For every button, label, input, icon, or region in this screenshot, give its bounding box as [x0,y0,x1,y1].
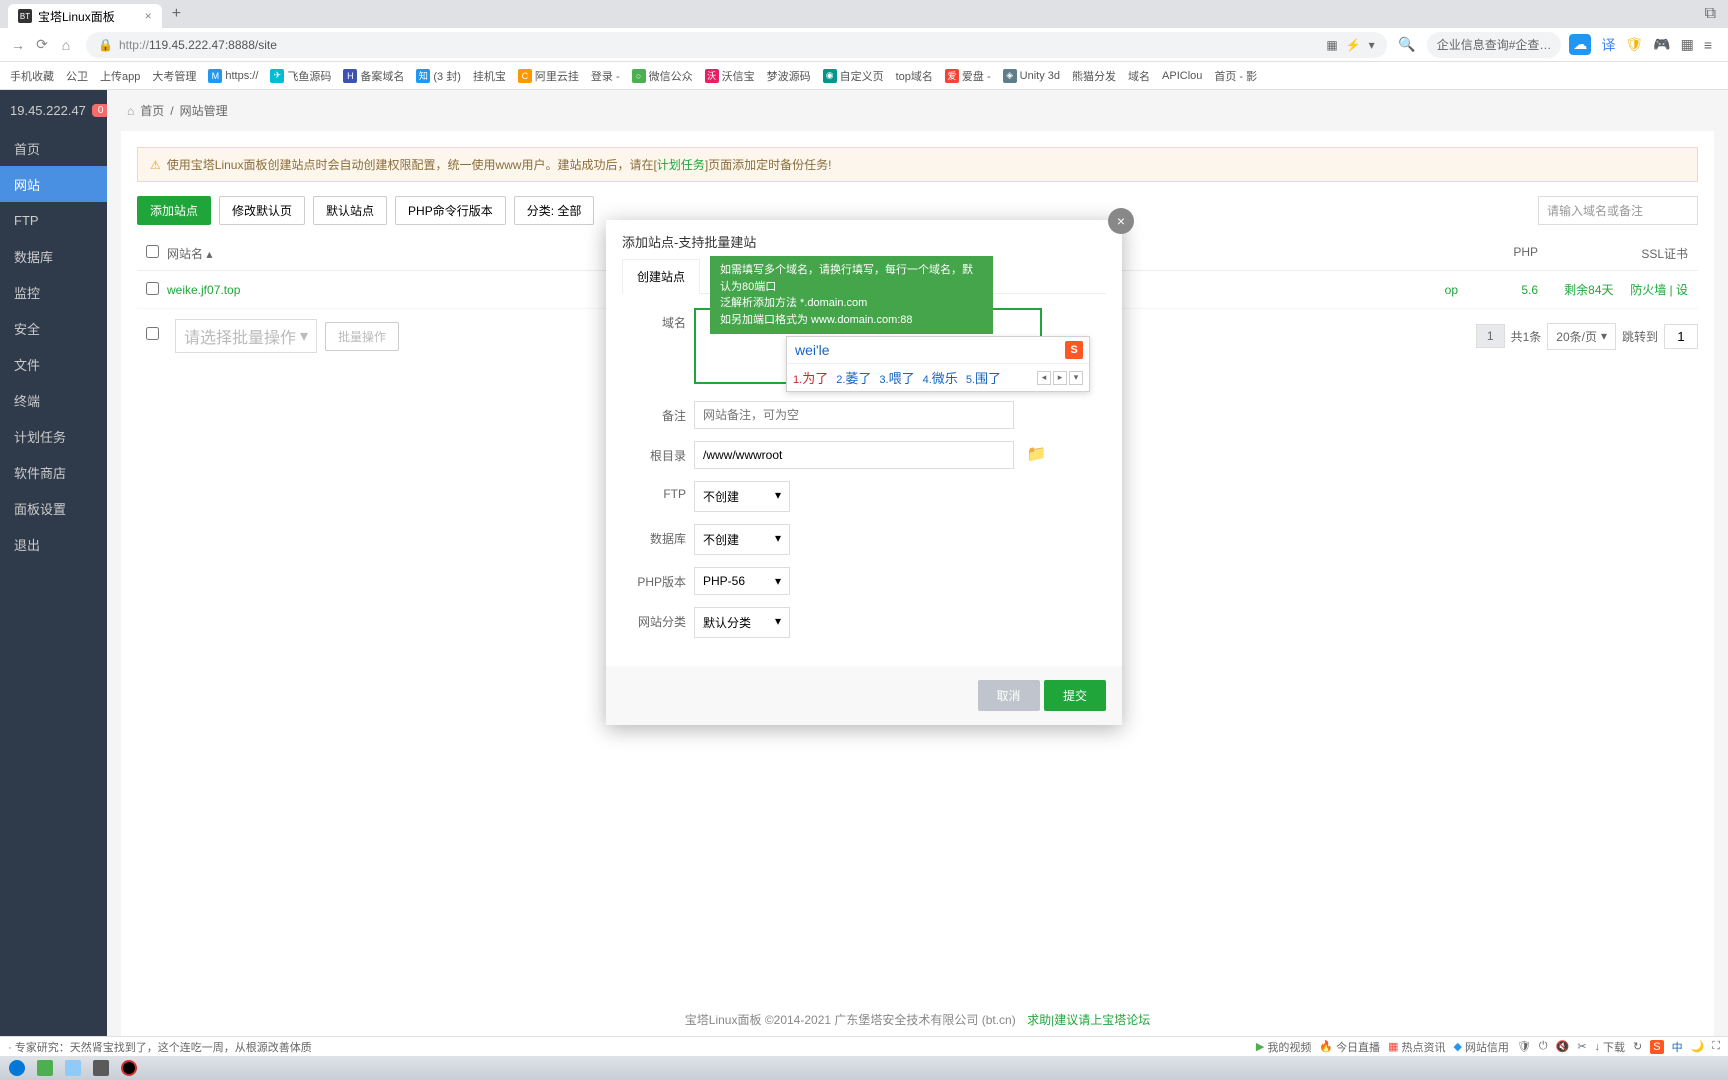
windows-taskbar [0,1056,1728,1080]
bookmark-item[interactable]: 沃沃信宝 [701,68,759,84]
bookmark-item[interactable]: ◉自定义页 [819,68,888,84]
ime-candidate[interactable]: 3.喂了 [879,368,914,387]
menu-icon[interactable]: ≡ [1704,37,1712,53]
bookmark-item[interactable]: Mhttps:// [204,69,262,83]
chevron-down-icon: ▾ [775,531,781,548]
ime-candidate[interactable]: 5.围了 [966,368,1001,387]
bookmark-item[interactable]: 上传app [96,68,144,84]
new-tab-button[interactable]: + [172,5,181,23]
label-php: PHP版本 [622,567,694,590]
bookmark-item[interactable]: ◈Unity 3d [999,69,1064,83]
bookmark-item[interactable]: top域名 [892,68,937,84]
extensions-area: ☁ 译 🛡 🎮 ▦ ≡ [1569,34,1722,55]
url-text: 119.45.222.47:8888/site [149,38,277,52]
bookmark-item[interactable]: ○微信公众 [628,68,697,84]
bookmark-item[interactable]: 首页 - 影 [1210,68,1261,84]
taskbar-app[interactable] [32,1058,58,1078]
label-db: 数据库 [622,524,694,547]
ime-next-icon: ▸ [1053,371,1067,385]
extension-icon[interactable]: 译 [1601,35,1615,55]
category-select[interactable]: 默认分类▾ [694,607,790,638]
browser-toolbar: → ⟳ ⌂ 🔒 http:// 119.45.222.47:8888/site … [0,28,1728,62]
ime-composition: wei'le S [787,337,1089,364]
apps-icon[interactable]: ▦ [1681,36,1694,53]
domain-tooltip: 如需填写多个域名，请换行填写，每行一个域名，默认为80端口 泛解析添加方法 *.… [710,256,993,334]
extension-cloud-icon[interactable]: ☁ [1569,34,1591,55]
add-site-modal: × 添加站点-支持批量建站 创建站点 如需填写多个域名，请换行填写，每行一个域名… [606,220,1122,725]
ftp-select[interactable]: 不创建▾ [694,481,790,512]
browser-tab[interactable]: BT 宝塔Linux面板 × [8,4,162,28]
search-query: 企业信息查询#企查… [1437,36,1552,53]
chevron-down-icon: ▾ [775,574,781,588]
folder-icon[interactable]: 📁 [1026,446,1046,463]
label-root: 根目录 [622,441,694,464]
bookmark-item[interactable]: 登录 - [587,68,624,84]
bookmark-item[interactable]: 公卫 [62,68,92,84]
db-select[interactable]: 不创建▾ [694,524,790,555]
ime-candidate[interactable]: 4.微乐 [923,368,958,387]
bookmarks-bar: 手机收藏 公卫 上传app 大考管理 Mhttps:// ✈飞鱼源码 H备案域名… [0,62,1728,90]
qr-icon[interactable]: ▦ [1326,38,1337,52]
tab-create-site[interactable]: 创建站点 [622,259,700,294]
url-bar[interactable]: 🔒 http:// 119.45.222.47:8888/site ▦ ⚡ ▾ [86,32,1387,58]
bookmark-item[interactable]: ✈飞鱼源码 [266,68,335,84]
bookmark-item[interactable]: 梦波源码 [763,68,815,84]
tab-title: 宝塔Linux面板 [38,8,115,25]
taskbar-app[interactable] [60,1058,86,1078]
bookmark-item[interactable]: 熊猫分发 [1068,68,1120,84]
label-category: 网站分类 [622,607,694,630]
bookmark-item[interactable]: 手机收藏 [6,68,58,84]
label-ftp: FTP [622,481,694,501]
bookmark-item[interactable]: 挂机宝 [469,68,510,84]
ime-candidate-window: wei'le S 1.为了 2.萎了 3.喂了 4.微乐 5.围了 ◂▸▾ [786,336,1090,392]
chevron-down-icon: ▾ [775,614,781,631]
browser-tab-strip: BT 宝塔Linux面板 × + ⧉ [0,0,1728,28]
webroot-input[interactable] [694,441,1014,469]
php-version-select[interactable]: PHP-56▾ [694,567,790,595]
modal-overlay: × 添加站点-支持批量建站 创建站点 如需填写多个域名，请换行填写，每行一个域名… [0,90,1728,1056]
omnibox-search[interactable]: 企业信息查询#企查… [1427,32,1562,58]
back-button[interactable]: → [6,37,30,53]
home-button[interactable]: ⌂ [54,37,78,53]
close-icon[interactable]: × [145,9,152,23]
bookmark-item[interactable]: 爱爱盘 - [941,68,995,84]
submit-button[interactable]: 提交 [1044,680,1106,711]
bookmark-item[interactable]: C阿里云挂 [514,68,583,84]
ime-expand-icon: ▾ [1069,371,1083,385]
ime-candidate[interactable]: 2.萎了 [836,368,871,387]
reload-button[interactable]: ⟳ [30,36,54,53]
ime-prev-icon: ◂ [1037,371,1051,385]
search-icon[interactable]: 🔍 [1395,36,1419,53]
bookmark-item[interactable]: 大考管理 [148,68,200,84]
remark-input[interactable] [694,401,1014,429]
site-info-icon[interactable]: 🔒 [98,38,113,52]
chevron-down-icon: ▾ [775,488,781,505]
tabs-overflow-icon[interactable]: ⧉ [1705,5,1716,23]
bookmark-item[interactable]: APIClou [1158,70,1206,82]
bookmark-item[interactable]: H备案域名 [339,68,408,84]
bolt-icon[interactable]: ⚡ [1346,38,1361,52]
bookmark-item[interactable]: 知(3 封) [412,68,465,84]
extension-icon[interactable]: 🛡 [1625,36,1643,53]
start-button[interactable] [4,1058,30,1078]
label-remark: 备注 [622,401,694,424]
tab-favicon: BT [18,9,32,23]
bookmark-item[interactable]: 域名 [1124,68,1154,84]
extension-icon[interactable]: 🎮 [1653,36,1670,53]
url-prefix: http:// [119,38,149,52]
taskbar-app[interactable] [88,1058,114,1078]
modal-close-button[interactable]: × [1108,208,1134,234]
taskbar-app[interactable] [116,1058,142,1078]
ime-brand-icon: S [1065,341,1083,359]
ime-candidate[interactable]: 1.为了 [793,368,828,387]
label-domain: 域名 [622,308,694,331]
modal-title: 添加站点-支持批量建站 [606,220,1122,259]
chevron-down-icon[interactable]: ▾ [1369,38,1375,52]
ime-nav[interactable]: ◂▸▾ [1037,371,1083,385]
cancel-button[interactable]: 取消 [978,680,1040,711]
